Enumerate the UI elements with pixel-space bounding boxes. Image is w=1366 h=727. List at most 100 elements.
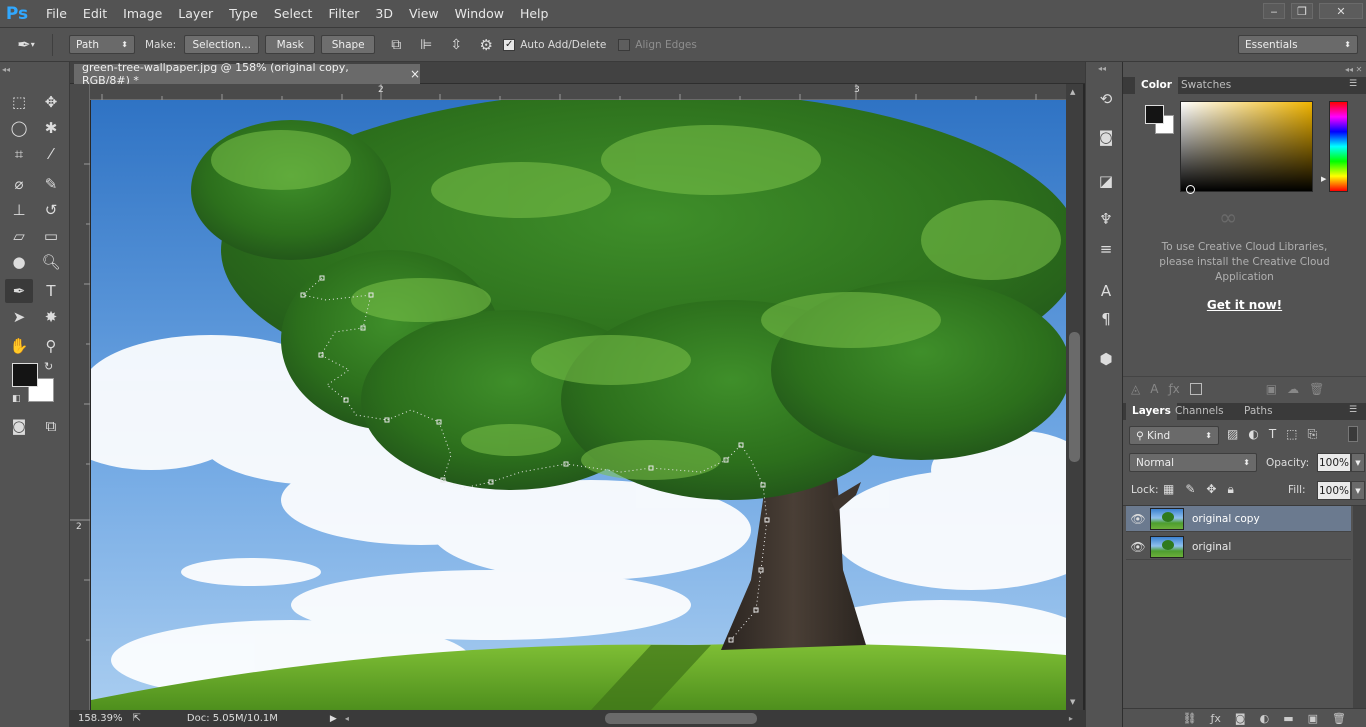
add-layer-style-icon[interactable]: ƒx (1211, 712, 1221, 725)
link-layers-icon[interactable]: ⛓ (1183, 712, 1197, 725)
blur-tool-icon[interactable]: ● (5, 250, 33, 274)
vertical-scroll-thumb[interactable] (1069, 332, 1080, 462)
canvas-image[interactable] (91, 100, 1066, 710)
libraries-stock-icon[interactable]: ▣ (1266, 382, 1277, 396)
rectangular-marquee-tool-icon[interactable]: ⬚ (5, 90, 33, 114)
document-tab[interactable]: green-tree-wallpaper.jpg @ 158% (origina… (74, 61, 420, 87)
tab-swatches[interactable]: Swatches (1175, 77, 1237, 94)
close-window-button[interactable]: ✕ (1319, 3, 1363, 19)
path-arrangement-icon[interactable]: ⇳ (441, 37, 471, 53)
menu-edit[interactable]: Edit (75, 0, 115, 28)
menu-image[interactable]: Image (115, 0, 170, 28)
layer-row-original-copy[interactable]: 👁︎ original copy (1126, 506, 1351, 532)
path-operations-icon[interactable]: ⧉ (381, 37, 411, 53)
color-fg-swatch[interactable] (1145, 105, 1164, 124)
menu-view[interactable]: View (401, 0, 447, 28)
scroll-up-icon[interactable]: ▲ (1070, 88, 1075, 96)
layer-filter-dropdown[interactable]: ⚲ Kind ⬍ (1129, 426, 1219, 445)
expand-arrows-icon[interactable]: ◂◂ (1098, 64, 1106, 73)
minimize-button[interactable]: ‒ (1263, 3, 1285, 19)
opacity-field[interactable]: 100% (1317, 453, 1351, 472)
brush-tool-icon[interactable]: ✎ (37, 172, 65, 196)
menu-filter[interactable]: Filter (320, 0, 367, 28)
restore-button[interactable]: ❐ (1291, 3, 1313, 19)
3d-panel-icon[interactable]: ⬢ (1095, 348, 1117, 370)
magic-wand-tool-icon[interactable]: ✱ (37, 116, 65, 140)
make-mask-button[interactable]: Mask (265, 35, 316, 54)
filter-type-icon[interactable]: T (1269, 427, 1276, 442)
opacity-dropdown-icon[interactable]: ▼ (1351, 453, 1365, 472)
history-brush-tool-icon[interactable]: ↺ (37, 198, 65, 222)
new-layer-icon[interactable]: ▣ (1308, 712, 1318, 725)
pen-tool-icon[interactable]: ✒ (5, 279, 33, 303)
visibility-eye-icon[interactable]: 👁︎ (1126, 512, 1150, 526)
tab-color[interactable]: Color (1135, 77, 1178, 94)
character-panel-icon[interactable]: A (1095, 280, 1117, 302)
scroll-down-icon[interactable]: ▼ (1070, 698, 1075, 706)
custom-shape-tool-icon[interactable]: ✸ (37, 305, 65, 329)
layer-row-original[interactable]: 👁︎ original (1126, 534, 1351, 560)
panel-menu-icon[interactable]: ☰ (1349, 79, 1357, 89)
scroll-left-icon[interactable]: ◂ (345, 714, 349, 723)
properties-panel-icon[interactable]: ◙ (1095, 126, 1117, 148)
lock-all-icon[interactable]: 🔒︎ (1227, 482, 1233, 497)
path-alignment-icon[interactable]: ⊫ (411, 37, 441, 53)
libraries-add-layer-style-icon[interactable]: ƒx (1168, 382, 1179, 396)
adjustments-panel-icon[interactable]: ◪ (1095, 170, 1117, 192)
libraries-add-graphic-icon[interactable]: ◬ (1131, 382, 1140, 396)
new-group-icon[interactable]: ▬ (1283, 712, 1293, 725)
fill-dropdown-icon[interactable]: ▼ (1351, 481, 1365, 500)
pen-mode-dropdown[interactable]: Path ⬍ (69, 35, 135, 54)
menu-help[interactable]: Help (512, 0, 557, 28)
color-field[interactable] (1180, 101, 1313, 192)
screen-mode-icon[interactable]: ⧉ (37, 414, 65, 438)
lasso-tool-icon[interactable]: ◯ (5, 116, 33, 140)
quick-mask-icon[interactable]: ◙ (5, 414, 33, 438)
status-menu-arrow-icon[interactable]: ▶ (330, 714, 337, 724)
libraries-add-character-style-icon[interactable]: A (1150, 382, 1158, 396)
foreground-color-swatch-top[interactable] (12, 363, 38, 387)
path-selection-tool-icon[interactable]: ➤ (5, 305, 33, 329)
lock-image-pixels-icon[interactable]: ✎ (1185, 482, 1195, 497)
delete-layer-icon[interactable]: 🗑︎ (1332, 712, 1346, 725)
menu-window[interactable]: Window (447, 0, 512, 28)
hue-slider-arrow-icon[interactable]: ▶ (1321, 175, 1326, 183)
dodge-tool-icon[interactable]: 🔍︎ (37, 250, 65, 274)
healing-brush-tool-icon[interactable]: ⌀ (5, 172, 33, 196)
clone-stamp-tool-icon[interactable]: ⊥ (5, 198, 33, 222)
eyedropper-tool-icon[interactable]: ⁄ (37, 142, 65, 166)
tab-paths[interactable]: Paths (1238, 403, 1279, 420)
auto-add-delete-checkbox[interactable]: ✓ (503, 38, 516, 51)
make-shape-button[interactable]: Shape (321, 35, 376, 54)
filter-adjustment-icon[interactable]: ◐ (1248, 427, 1258, 442)
align-edges-checkbox[interactable] (618, 38, 631, 51)
swap-colors-icon[interactable]: ↻ (44, 360, 53, 373)
brush-presets-icon[interactable]: ♆ (1095, 208, 1117, 230)
menu-select[interactable]: Select (266, 0, 321, 28)
pen-tool-preset-icon[interactable]: ✒ ▾ (0, 35, 52, 54)
collapse-arrows-icon[interactable]: ◂◂ (2, 65, 10, 74)
lock-position-icon[interactable]: ✥ (1206, 482, 1216, 497)
menu-3d[interactable]: 3D (367, 0, 401, 28)
vertical-scrollbar[interactable]: ▲ ▼ (1066, 84, 1083, 710)
zoom-level[interactable]: 158.39% (78, 713, 123, 724)
visibility-eye-icon[interactable]: 👁︎ (1126, 540, 1150, 554)
libraries-trash-icon[interactable]: 🗑︎ (1309, 382, 1324, 396)
zoom-tool-icon[interactable]: ⚲ (37, 334, 65, 358)
gradient-tool-icon[interactable]: ▭ (37, 224, 65, 248)
make-selection-button[interactable]: Selection... (184, 35, 260, 54)
get-it-now-link[interactable]: Get it now! (1123, 298, 1366, 312)
filter-smart-object-icon[interactable]: ⎘ (1308, 427, 1318, 442)
hue-slider[interactable] (1329, 101, 1348, 192)
type-tool-icon[interactable]: T (37, 279, 65, 303)
libraries-sync-icon[interactable]: ☁ (1287, 382, 1299, 396)
layers-panel-menu-icon[interactable]: ☰ (1349, 405, 1357, 415)
new-adjustment-layer-icon[interactable]: ◐ (1260, 712, 1270, 725)
move-tool-icon[interactable]: ✥ (37, 90, 65, 114)
add-mask-icon[interactable]: ◙ (1235, 712, 1246, 725)
brush-panel-icon[interactable]: ≡ (1095, 238, 1117, 260)
default-colors-icon[interactable]: ◧ (12, 394, 21, 404)
crop-tool-icon[interactable]: ⌗ (5, 142, 33, 166)
menu-layer[interactable]: Layer (170, 0, 221, 28)
menu-type[interactable]: Type (221, 0, 266, 28)
